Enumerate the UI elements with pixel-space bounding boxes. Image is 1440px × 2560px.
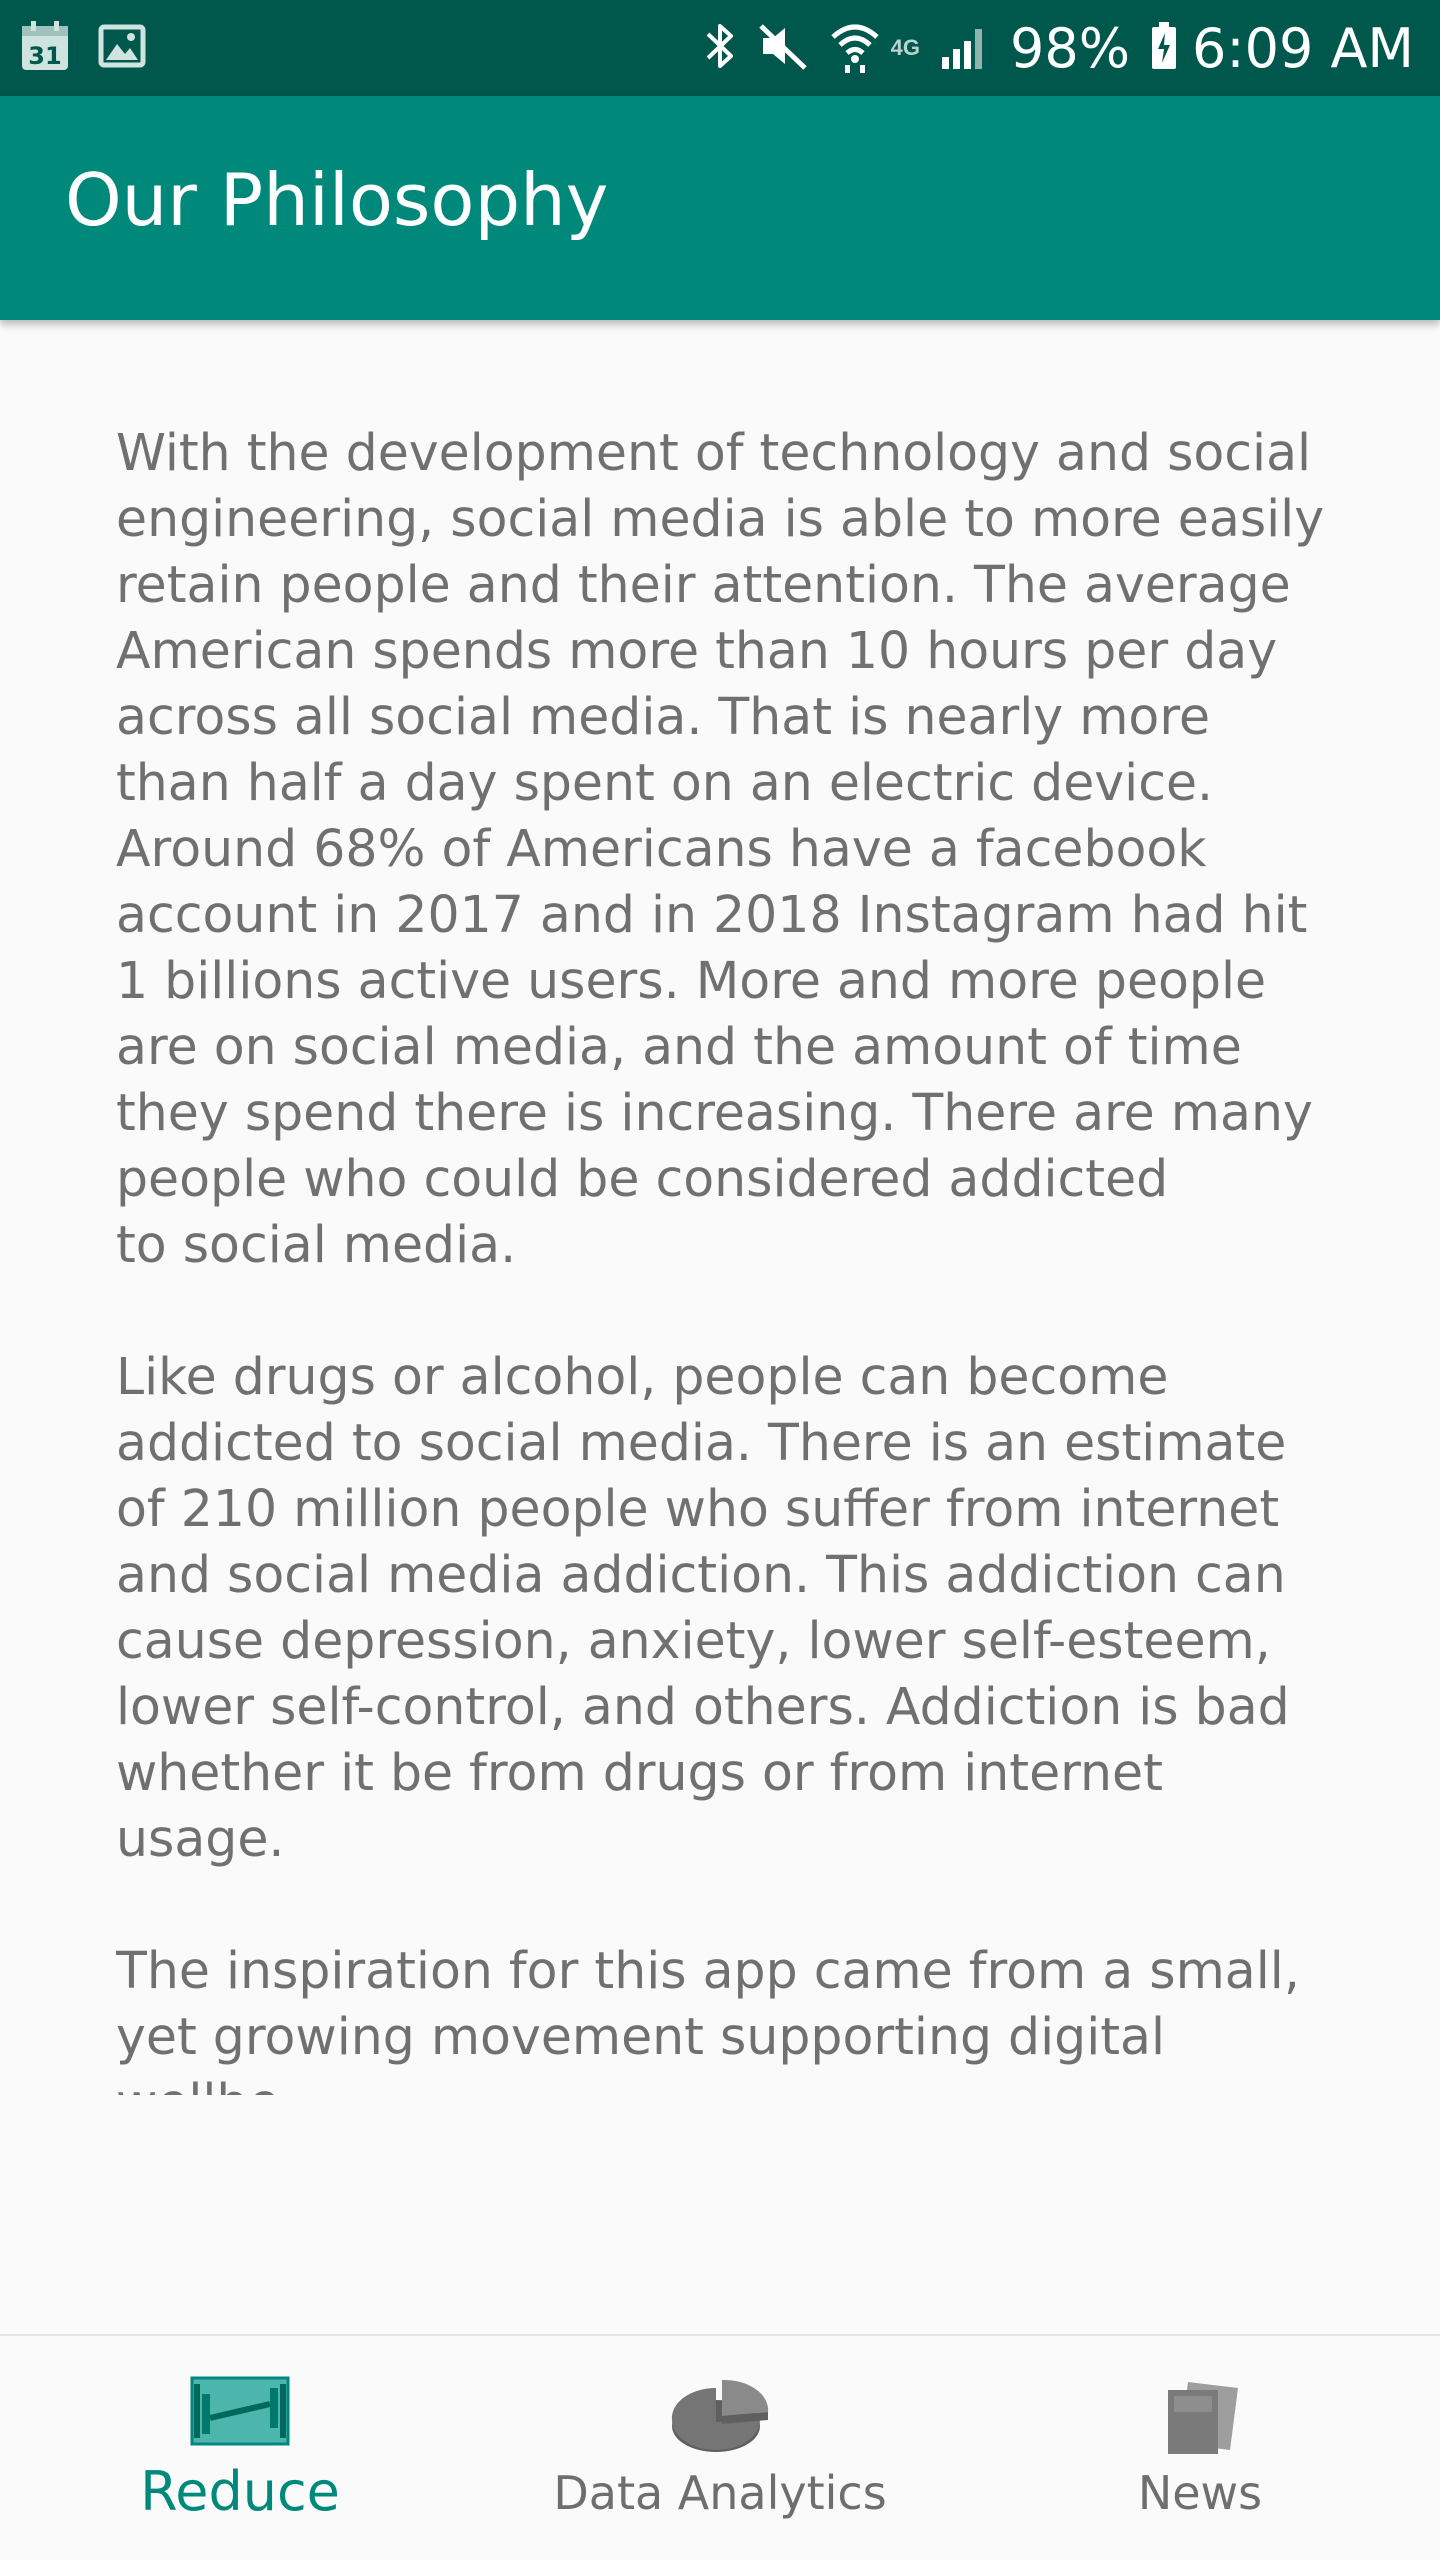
wifi-icon (829, 19, 881, 78)
calendar-day-text: 31 (28, 42, 61, 70)
clock-time: 6:09 AM (1192, 16, 1414, 80)
gallery-icon (98, 24, 146, 73)
network-type-label: 4G (890, 35, 920, 60)
nav-item-news[interactable]: News (1050, 2336, 1350, 2560)
nav-label-data-analytics: Data Analytics (553, 2466, 887, 2520)
battery-percent: 98% (1010, 16, 1131, 80)
newspaper-icon (1162, 2378, 1242, 2463)
dumbbell-icon (190, 2376, 290, 2451)
app-bar: Our Philosophy (0, 96, 1440, 320)
nav-label-reduce: Reduce (140, 2460, 340, 2523)
calendar-icon: 31 (20, 20, 70, 77)
status-bar-left: 31 (20, 20, 174, 77)
nav-item-data-analytics[interactable]: Data Analytics (540, 2336, 900, 2560)
battery-icon (1150, 21, 1178, 76)
content-scroll-area[interactable]: With the development of technology and s… (0, 320, 1440, 2095)
article-paragraph: Like drugs or alcohol, people can become… (116, 1347, 1290, 1868)
nav-label-news: News (1137, 2466, 1263, 2520)
pie-chart-icon (670, 2376, 770, 2461)
mute-icon (757, 20, 809, 77)
article-paragraph: With the development of technology and s… (116, 423, 1325, 1274)
article-paragraph: The inspiration for this app came from a… (116, 1941, 1300, 2095)
page-title: Our Philosophy (65, 158, 609, 242)
nav-item-reduce[interactable]: Reduce (80, 2336, 400, 2560)
status-bar-right: 4G 98% 6:09 AM (683, 17, 1414, 80)
bottom-navigation: Reduce Data Analytics News (0, 2334, 1440, 2560)
philosophy-article: With the development of technology and s… (116, 420, 1346, 2095)
signal-icon (940, 23, 990, 74)
status-bar: 31 4G 98% 6:09 AM (0, 0, 1440, 96)
bluetooth-icon (703, 20, 737, 77)
